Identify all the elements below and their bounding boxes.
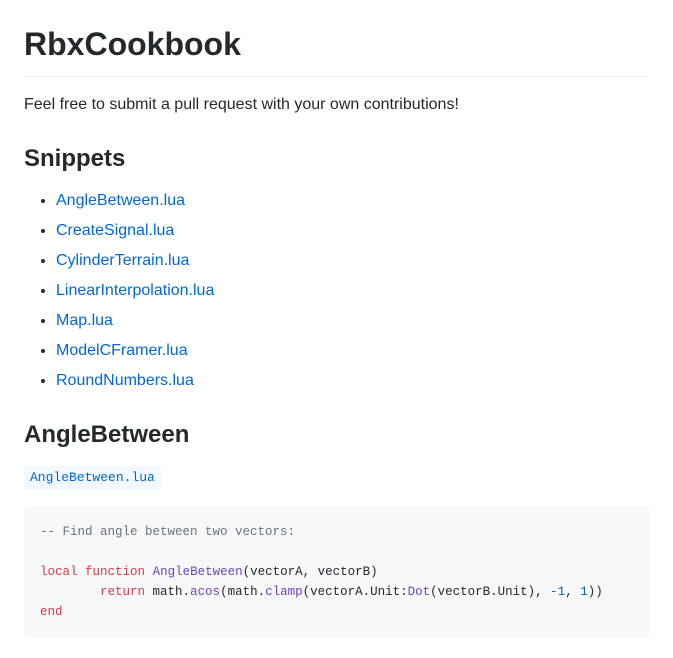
page-title: RbxCookbook [24, 20, 649, 77]
list-item: CylinderTerrain.lua [56, 249, 649, 273]
code-keyword: return [100, 585, 145, 599]
code-text [40, 585, 100, 599]
list-item: RoundNumbers.lua [56, 369, 649, 393]
file-link[interactable]: AngleBetween.lua [30, 470, 155, 485]
snippet-link[interactable]: AngleBetween.lua [56, 192, 185, 209]
code-keyword: local [40, 565, 78, 579]
code-comment: -- Find angle between two vectors: [40, 525, 295, 539]
code-text: (vectorA, vectorB) [243, 565, 378, 579]
code-text: )) [588, 585, 603, 599]
code-keyword: function [85, 565, 145, 579]
code-keyword: end [40, 605, 63, 619]
code-function: Dot [408, 585, 431, 599]
code-function: clamp [265, 585, 303, 599]
code-text: , [565, 585, 580, 599]
intro-text: Feel free to submit a pull request with … [24, 93, 649, 117]
code-text: (math. [220, 585, 265, 599]
code-function: AngleBetween [153, 565, 243, 579]
code-text: (vectorA.Unit: [303, 585, 408, 599]
list-item: CreateSignal.lua [56, 219, 649, 243]
section-heading: AngleBetween [24, 417, 649, 453]
snippets-list: AngleBetween.lua CreateSignal.lua Cylind… [24, 189, 649, 393]
snippets-heading: Snippets [24, 141, 649, 177]
code-function: acos [190, 585, 220, 599]
snippet-link[interactable]: CylinderTerrain.lua [56, 252, 189, 269]
code-block: -- Find angle between two vectors: local… [24, 506, 649, 638]
snippet-link[interactable]: RoundNumbers.lua [56, 372, 194, 389]
file-link-box: AngleBetween.lua [24, 466, 161, 490]
snippet-link[interactable]: CreateSignal.lua [56, 222, 174, 239]
snippet-link[interactable]: LinearInterpolation.lua [56, 282, 214, 299]
list-item: Map.lua [56, 309, 649, 333]
code-number: 1 [580, 585, 588, 599]
list-item: LinearInterpolation.lua [56, 279, 649, 303]
code-text: (vectorB.Unit), [430, 585, 550, 599]
list-item: AngleBetween.lua [56, 189, 649, 213]
list-item: ModelCFramer.lua [56, 339, 649, 363]
code-number: -1 [550, 585, 565, 599]
code-text: math. [145, 585, 190, 599]
snippet-link[interactable]: ModelCFramer.lua [56, 342, 188, 359]
snippet-link[interactable]: Map.lua [56, 312, 113, 329]
